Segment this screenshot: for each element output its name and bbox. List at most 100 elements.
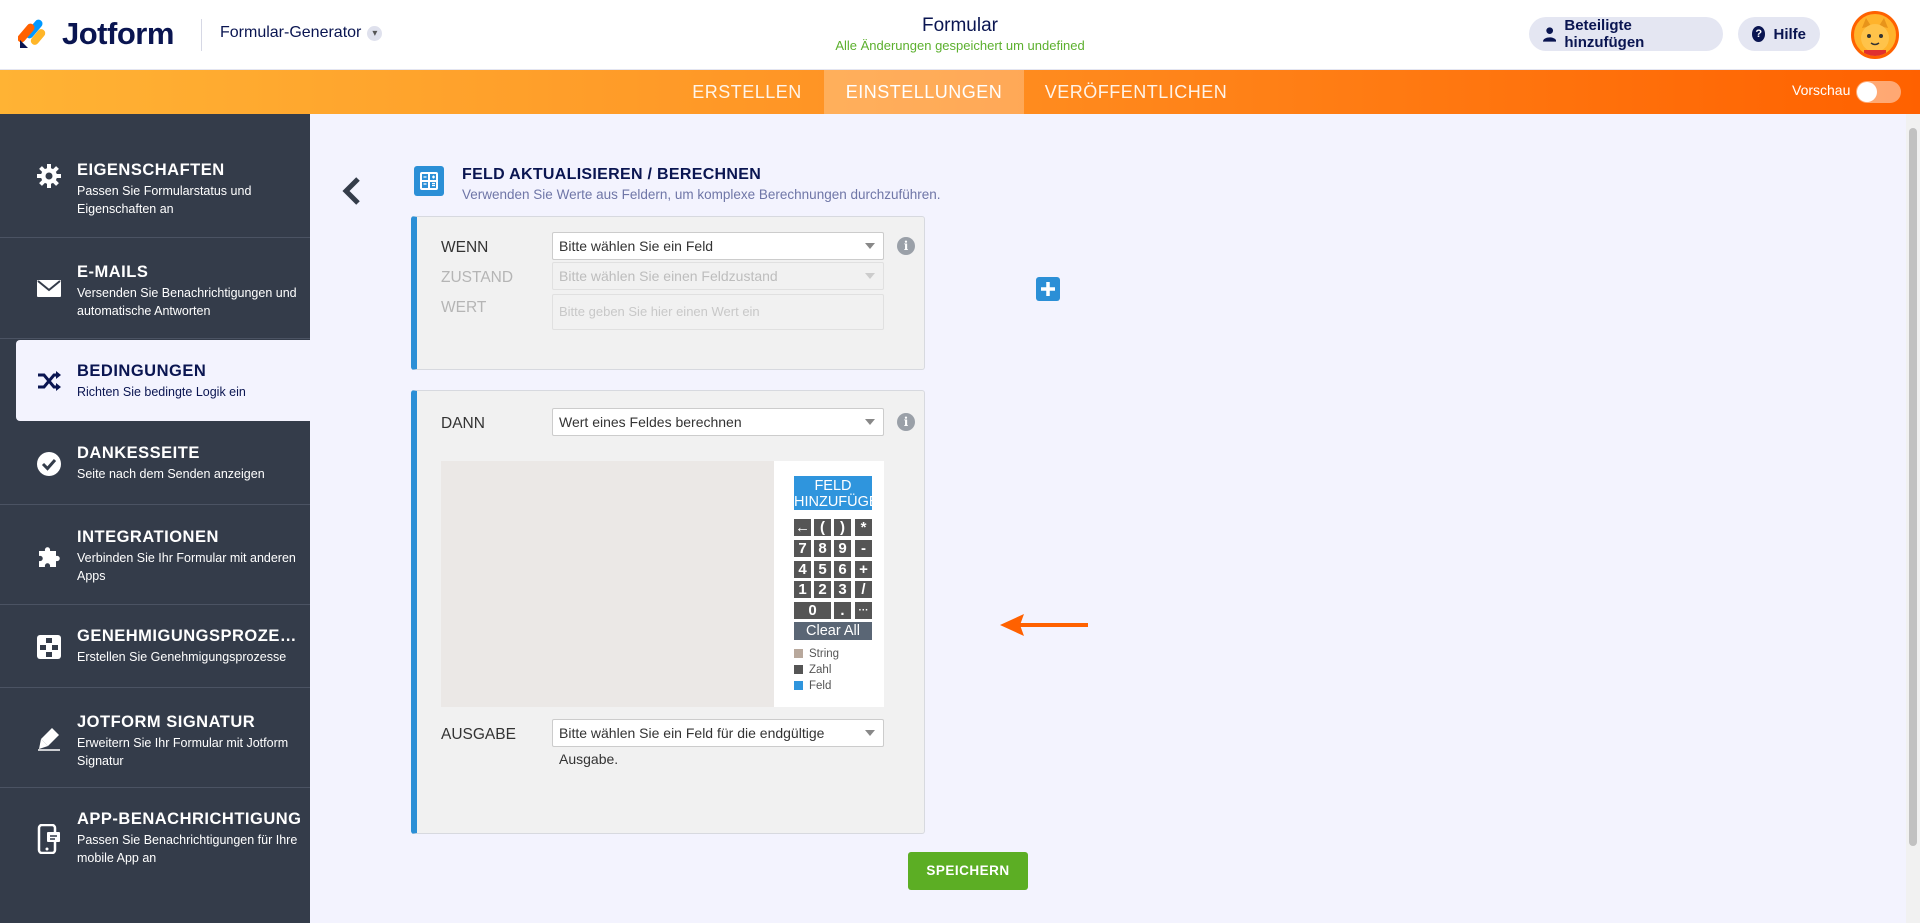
output-field-select-value: Bitte wählen Sie ein Feld für die endgül…: [559, 725, 825, 767]
save-button[interactable]: SPEICHERN: [908, 852, 1028, 890]
key-8[interactable]: 8: [814, 540, 831, 557]
tab-settings[interactable]: EINSTELLUNGEN: [824, 70, 1024, 114]
sidebar-item-title: EIGENSCHAFTEN: [77, 161, 225, 179]
sidebar-item-emails[interactable]: E-MAILS Versenden Sie Benachrichtigungen…: [0, 238, 310, 339]
clear-all-button[interactable]: Clear All: [794, 622, 872, 640]
sidebar-item-title: GENEHMIGUNGSPROZESSE: [77, 627, 303, 645]
plus-icon: [1041, 282, 1055, 296]
key-7[interactable]: 7: [794, 540, 811, 557]
key-close-paren[interactable]: ): [834, 519, 851, 536]
legend-string: String: [794, 648, 839, 660]
user-icon: [1543, 27, 1557, 42]
condition-if-panel: WENN Bitte wählen Sie ein Feld i ZUSTAND…: [411, 216, 925, 370]
key-decimal[interactable]: .: [834, 602, 851, 619]
section-subtitle: Verwenden Sie Werte aus Feldern, um komp…: [462, 187, 941, 202]
gear-icon: [37, 164, 61, 188]
avatar[interactable]: [1851, 11, 1899, 59]
output-field-select[interactable]: Bitte wählen Sie ein Feld für die endgül…: [552, 719, 884, 767]
if-field-select-value: Bitte wählen Sie ein Feld: [559, 238, 714, 254]
legend-number: Zahl: [794, 664, 831, 676]
sidebar-item-approvals[interactable]: GENEHMIGUNGSPROZESSE Erstellen Sie Geneh…: [0, 605, 310, 688]
if-field-select[interactable]: Bitte wählen Sie ein Feld: [552, 232, 884, 260]
value-input: Bitte geben Sie hier einen Wert ein: [552, 294, 884, 330]
info-icon[interactable]: i: [897, 237, 915, 255]
legend-label: Feld: [809, 680, 832, 692]
add-field-line2: HINZUFÜGEN: [794, 494, 872, 510]
add-condition-button[interactable]: [1036, 277, 1060, 301]
key-0[interactable]: 0: [794, 602, 831, 619]
then-action-select[interactable]: Wert eines Feldes berechnen: [552, 408, 884, 436]
legend-swatch: [794, 665, 803, 674]
add-field-button[interactable]: FELD HINZUFÜGEN: [794, 476, 872, 510]
key-1[interactable]: 1: [794, 581, 811, 598]
then-label: DANN: [441, 415, 485, 432]
sidebar-item-title: E-MAILS: [77, 263, 149, 281]
shuffle-icon: [38, 371, 61, 391]
tab-create[interactable]: ERSTELLEN: [673, 70, 821, 114]
calculator-panel: FELD HINZUFÜGEN ← ( ) * 7 8 9 - 4 5 6 + …: [774, 461, 884, 707]
key-3[interactable]: 3: [834, 581, 851, 598]
form-title[interactable]: Formular: [760, 15, 1160, 37]
sidebar-item-conditions[interactable]: BEDINGUNGEN Richten Sie bedingte Logik e…: [16, 340, 310, 421]
phone-icon: [37, 824, 60, 854]
legend-label: Zahl: [809, 664, 832, 676]
sidebar-item-desc: Erweitern Sie Ihr Formular mit Jotform S…: [77, 736, 289, 768]
info-icon[interactable]: i: [897, 413, 915, 431]
scrollbar-thumb[interactable]: [1909, 128, 1917, 846]
avatar-face-icon: [1861, 18, 1889, 56]
preview-toggle[interactable]: [1856, 81, 1901, 103]
key-6[interactable]: 6: [834, 561, 851, 578]
key-minus[interactable]: -: [855, 540, 872, 557]
sidebar-item-thank-you[interactable]: DANKESSEITE Seite nach dem Senden anzeig…: [0, 422, 310, 505]
legend-swatch: [794, 649, 803, 658]
sidebar-item-app-notifications[interactable]: APP-BENACHRICHTIGUNG Passen Sie Benachri…: [0, 788, 310, 888]
legend-field: Feld: [794, 680, 831, 692]
sidebar-item-signature[interactable]: JOTFORM SIGNATUR Erweitern Sie Ihr Formu…: [0, 688, 310, 788]
main-content: FELD AKTUALISIEREN / BERECHNEN Verwenden…: [310, 114, 1902, 923]
formula-editor[interactable]: [441, 461, 774, 707]
key-open-paren[interactable]: (: [814, 519, 831, 536]
key-9[interactable]: 9: [834, 540, 851, 557]
key-5[interactable]: 5: [814, 561, 831, 578]
sidebar-item-title: BEDINGUNGEN: [77, 362, 207, 380]
jotform-logo[interactable]: Jotform: [18, 14, 188, 54]
chevron-down-icon: ▾: [367, 25, 383, 41]
add-participants-button[interactable]: Beteiligte hinzufügen: [1529, 17, 1723, 51]
then-action-select-value: Wert eines Feldes berechnen: [559, 414, 742, 430]
state-select: Bitte wählen Sie einen Feldzustand: [552, 262, 884, 290]
dropdown-arrow-icon: [865, 730, 875, 736]
help-button[interactable]: ? Hilfe: [1738, 17, 1820, 51]
toggle-knob: [1857, 82, 1877, 102]
sidebar-item-properties[interactable]: EIGENSCHAFTEN Passen Sie Formularstatus …: [0, 114, 310, 238]
builder-dropdown[interactable]: Formular-Generator ▾: [220, 24, 383, 42]
builder-label: Formular-Generator: [220, 24, 362, 41]
sidebar-item-title: INTEGRATIONEN: [77, 528, 219, 546]
value-input-placeholder: Bitte geben Sie hier einen Wert ein: [559, 304, 760, 319]
key-2[interactable]: 2: [814, 581, 831, 598]
tab-publish[interactable]: VERÖFFENTLICHEN: [1024, 70, 1248, 114]
sidebar-item-desc: Verbinden Sie Ihr Formular mit anderen A…: [77, 551, 296, 583]
state-label: ZUSTAND: [441, 269, 514, 286]
annotation-arrow-icon: [1000, 614, 1088, 636]
top-bar: Jotform Formular-Generator ▾ Formular Al…: [0, 0, 1920, 70]
puzzle-icon: [39, 547, 60, 567]
sidebar-item-desc: Seite nach dem Senden anzeigen: [77, 467, 265, 481]
check-circle-icon: [37, 452, 61, 476]
key-more[interactable]: ···: [855, 602, 872, 619]
page-scrollbar[interactable]: [1906, 114, 1920, 923]
brand-name: Jotform: [62, 16, 174, 51]
dropdown-arrow-icon: [865, 419, 875, 425]
key-divide[interactable]: /: [855, 581, 872, 598]
envelope-icon: [37, 280, 61, 297]
chevron-left-icon[interactable]: [338, 176, 368, 206]
sidebar-item-title: DANKESSEITE: [77, 444, 200, 462]
pen-icon: [38, 728, 60, 751]
key-backspace[interactable]: ←: [794, 519, 811, 536]
sidebar-item-desc: Richten Sie bedingte Logik ein: [77, 385, 246, 399]
sidebar-item-desc: Versenden Sie Benachrichtigungen und aut…: [77, 286, 297, 318]
sidebar-item-integrations[interactable]: INTEGRATIONEN Verbinden Sie Ihr Formular…: [0, 505, 310, 605]
key-multiply[interactable]: *: [855, 519, 872, 536]
key-4[interactable]: 4: [794, 561, 811, 578]
key-plus[interactable]: +: [855, 561, 872, 578]
condition-then-panel: DANN Wert eines Feldes berechnen i FELD …: [411, 390, 925, 834]
